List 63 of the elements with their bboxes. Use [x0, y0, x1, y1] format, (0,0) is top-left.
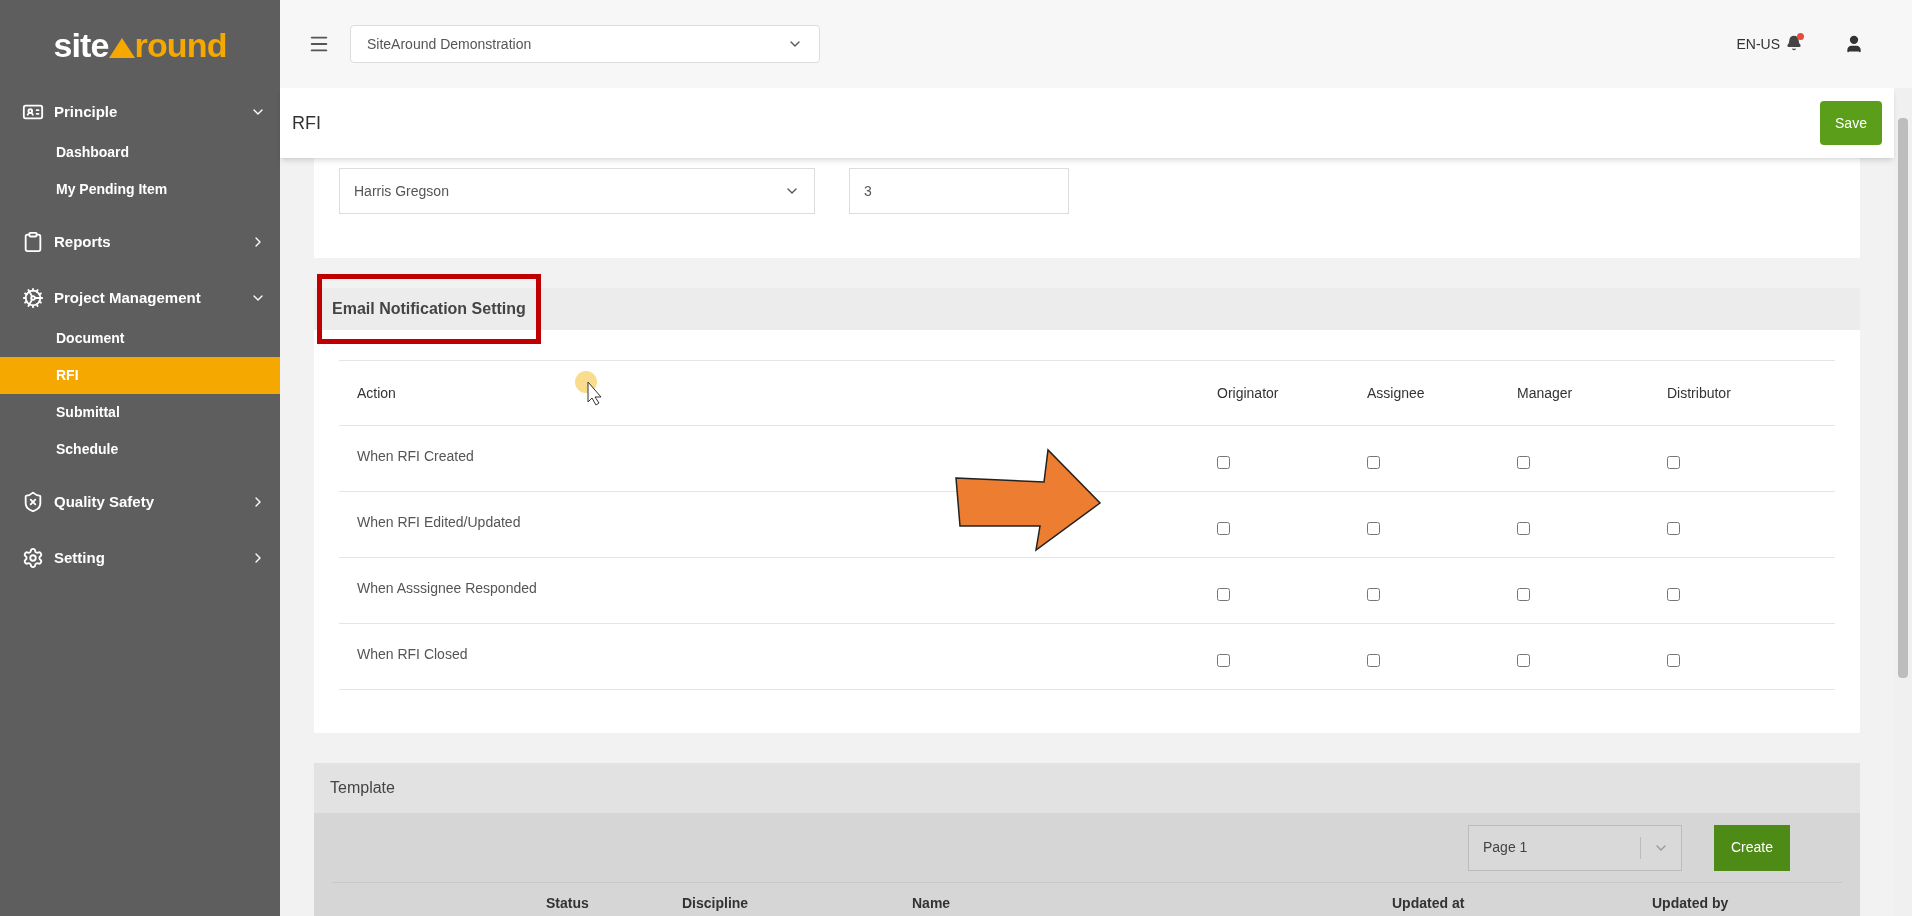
column-header: Discipline — [682, 893, 750, 913]
section-title: Email Notification Setting — [332, 299, 526, 319]
section-label: Reports — [54, 231, 112, 252]
checkbox[interactable] — [1667, 456, 1680, 469]
checkbox[interactable] — [1667, 588, 1680, 601]
sidebar-section[interactable]: Quality Safety — [0, 480, 280, 524]
assignee-select[interactable]: Harris Gregson — [339, 168, 815, 214]
checkbox[interactable] — [1517, 588, 1530, 601]
table-cell-text: When RFI Edited/Updated — [357, 513, 522, 532]
project-select[interactable]: SiteAround Demonstration — [350, 25, 820, 63]
sidebar-item[interactable]: Submittal — [0, 394, 280, 431]
section-title: Template — [330, 778, 395, 798]
language-selector[interactable]: EN-US — [1736, 33, 1780, 55]
sidebar-section[interactable]: Reports — [0, 220, 280, 264]
sidebar-section[interactable]: Setting — [0, 536, 280, 580]
create-button[interactable]: Create — [1714, 824, 1790, 871]
checkbox[interactable] — [1367, 588, 1380, 601]
settings-icon — [22, 547, 44, 569]
checkbox[interactable] — [1367, 456, 1380, 469]
user-icon[interactable] — [1844, 34, 1864, 54]
section-label: Project Management — [54, 287, 202, 308]
column-header: Distributor — [1667, 383, 1732, 403]
checkbox[interactable] — [1217, 522, 1230, 535]
checkbox[interactable] — [1367, 522, 1380, 535]
column-header: Manager — [1517, 383, 1574, 403]
table-cell-text: When RFI Closed — [357, 645, 469, 664]
checkbox[interactable] — [1517, 456, 1530, 469]
checkbox[interactable] — [1217, 456, 1230, 469]
section-label: Setting — [54, 547, 106, 568]
section-label: Quality Safety — [54, 491, 156, 512]
clipboard-icon — [22, 231, 44, 253]
checkbox[interactable] — [1517, 654, 1530, 667]
checkbox[interactable] — [1667, 522, 1680, 535]
sidebar-section[interactable]: Project Management — [0, 276, 280, 320]
sidebar-item[interactable]: My Pending Item — [0, 171, 280, 208]
checkbox[interactable] — [1217, 588, 1230, 601]
column-header: Action — [357, 383, 397, 403]
sidebar-section[interactable]: Principle — [0, 90, 280, 134]
checkbox[interactable] — [1367, 654, 1380, 667]
save-button[interactable]: Save — [1820, 101, 1882, 145]
checkbox[interactable] — [1517, 522, 1530, 535]
checkbox[interactable] — [1217, 654, 1230, 667]
sidebar-item[interactable]: Dashboard — [0, 134, 280, 171]
page-select[interactable]: Page 1 — [1468, 824, 1682, 871]
checkbox[interactable] — [1667, 654, 1680, 667]
notification-bell-icon[interactable] — [1786, 35, 1804, 53]
section-label: Principle — [54, 101, 119, 122]
number-field[interactable]: 3 — [849, 168, 1069, 214]
column-header: Status — [546, 893, 590, 913]
logo: site round — [53, 28, 227, 62]
column-header: Updated at — [1392, 893, 1466, 913]
sidebar-item[interactable]: Document — [0, 320, 280, 357]
table-cell-text: When RFI Created — [357, 447, 475, 466]
shield-icon — [22, 491, 44, 513]
cog-icon — [22, 287, 44, 309]
column-header: Assignee — [1367, 383, 1426, 403]
page-title: RFI — [292, 111, 322, 135]
logo-mark-icon — [108, 38, 135, 58]
column-header: Originator — [1217, 383, 1280, 403]
column-header: Name — [912, 893, 952, 913]
table-cell-text: When Asssignee Responded — [357, 579, 538, 598]
sidebar-item[interactable]: Schedule — [0, 431, 280, 468]
column-header: Updated by — [1652, 893, 1730, 913]
